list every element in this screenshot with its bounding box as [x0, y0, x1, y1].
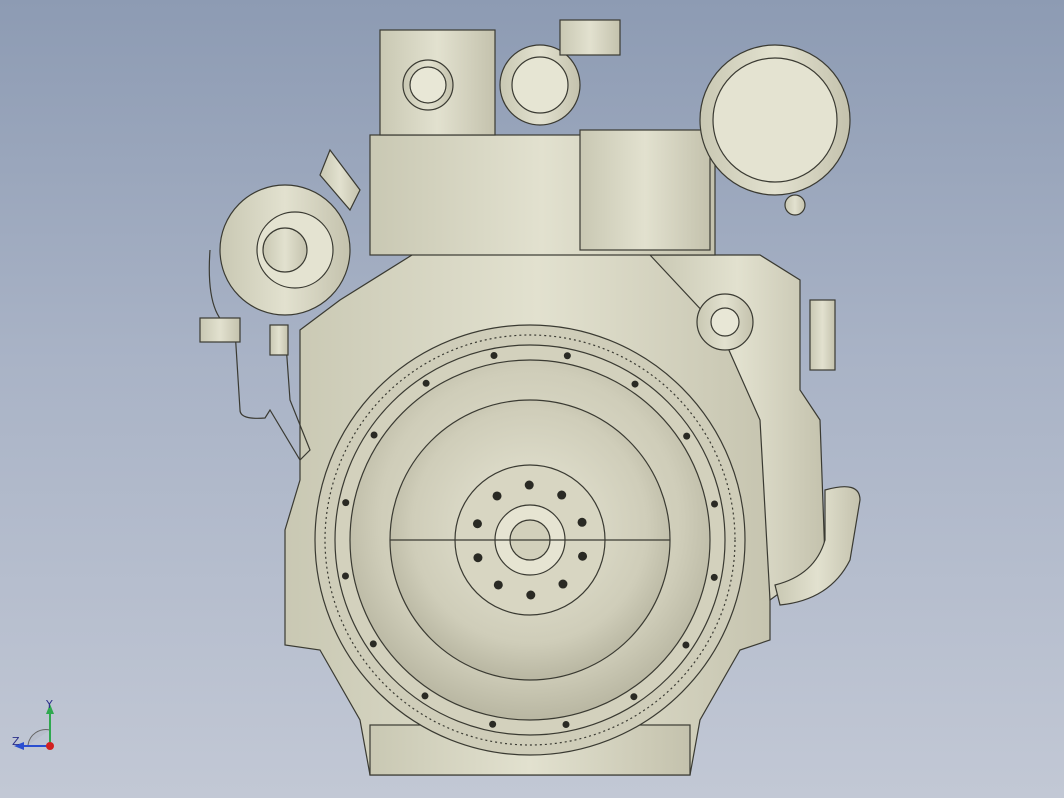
- bolt: [682, 641, 690, 649]
- bolt: [710, 573, 718, 581]
- bolt: [492, 491, 502, 501]
- bolt: [493, 580, 503, 590]
- bolt: [524, 480, 534, 490]
- bolt: [473, 553, 483, 563]
- bolt: [370, 431, 378, 439]
- bolt: [630, 693, 638, 701]
- graphics-viewport[interactable]: Y Z: [0, 0, 1064, 798]
- bolt: [490, 351, 498, 359]
- engine-model[interactable]: [0, 0, 1064, 798]
- origin-point: [46, 742, 54, 750]
- bolt: [341, 572, 349, 580]
- z-axis-label: Z: [12, 735, 20, 748]
- bolt: [489, 720, 497, 728]
- bolt: [369, 640, 377, 648]
- bolt: [683, 432, 691, 440]
- bolt: [472, 519, 482, 529]
- bolt: [421, 692, 429, 700]
- y-axis-label: Y: [46, 698, 53, 711]
- bolt: [562, 721, 570, 729]
- bolt: [558, 579, 568, 589]
- bolt: [526, 590, 536, 600]
- bolt: [422, 379, 430, 387]
- bolt: [342, 499, 350, 507]
- bolt: [577, 517, 587, 527]
- bolt: [563, 352, 571, 360]
- coordinate-triad: [14, 704, 54, 750]
- bolt: [631, 380, 639, 388]
- bolt: [578, 551, 588, 561]
- bolt: [711, 500, 719, 508]
- bolt: [557, 490, 567, 500]
